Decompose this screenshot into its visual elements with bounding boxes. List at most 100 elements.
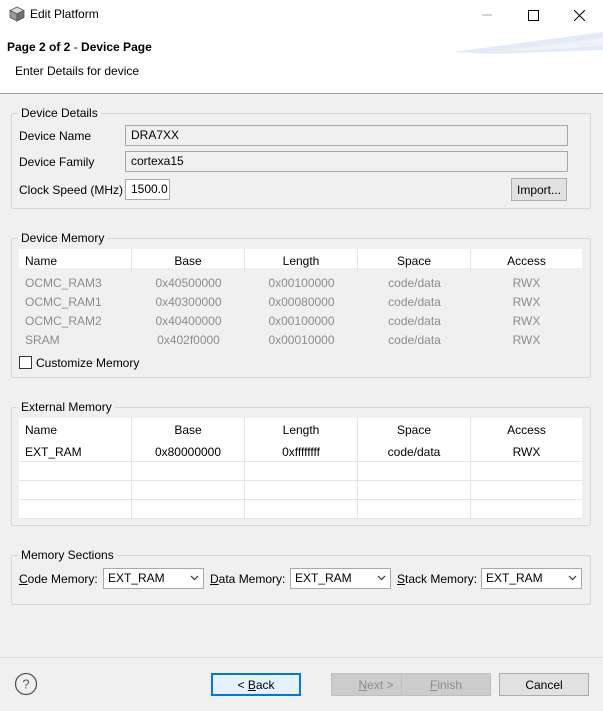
empty-table-row[interactable] [19, 481, 582, 500]
column-header-access: Access [507, 254, 546, 268]
wizard-header: Page 2 of 2 - Device Page Enter Details … [0, 30, 603, 94]
customize-memory-label[interactable]: Customize Memory [36, 356, 139, 370]
table-row[interactable]: OCMC_RAM2 0x40400000 0x00100000 code/dat… [19, 312, 582, 331]
maximize-icon [527, 9, 539, 21]
table-row[interactable]: EXT_RAM 0x80000000 0xffffffff code/data … [19, 443, 582, 462]
cell-base: 0x40400000 [155, 314, 222, 328]
import-button[interactable]: Import... [511, 178, 567, 201]
stack-memory-select[interactable]: EXT_RAM [481, 568, 582, 589]
data-memory-value: EXT_RAM [295, 571, 352, 585]
page-subtitle: Enter Details for device [15, 64, 140, 78]
device-memory-label: Device Memory [18, 231, 108, 245]
cell-access: RWX [512, 276, 541, 290]
column-header-base: Base [132, 418, 245, 443]
empty-cell [358, 462, 471, 481]
column-header-name: Name [19, 249, 132, 274]
column-header-length: Length [245, 249, 358, 274]
stack-memory-value: EXT_RAM [486, 571, 543, 585]
cell-space: code/data [388, 276, 441, 290]
maximize-button[interactable] [510, 0, 556, 30]
cell-access: RWX [512, 295, 541, 309]
empty-cell [245, 462, 358, 481]
customize-memory-checkbox[interactable] [19, 356, 32, 369]
empty-cell [358, 500, 471, 519]
chevron-down-icon [568, 575, 577, 581]
table-row[interactable]: OCMC_RAM3 0x40500000 0x00100000 code/dat… [19, 274, 582, 293]
svg-text:?: ? [22, 677, 29, 692]
window-title: Edit Platform [30, 7, 99, 21]
data-memory-label: Data Memory: [210, 572, 286, 586]
cell-length: 0x00080000 [268, 295, 335, 309]
code-memory-select[interactable]: EXT_RAM [103, 568, 204, 589]
empty-cell [132, 500, 245, 519]
empty-cell [358, 481, 471, 500]
cell-base: 0x40300000 [155, 295, 222, 309]
column-header-space: Space [358, 249, 471, 274]
device-name-field: DRA7XX [125, 125, 568, 146]
chevron-down-icon [190, 575, 199, 581]
empty-table-row[interactable] [19, 500, 582, 519]
empty-cell [471, 481, 582, 500]
cell-access: RWX [512, 314, 541, 328]
cell-space: code/data [388, 295, 441, 309]
cell-name: OCMC_RAM2 [25, 314, 102, 328]
cell-name: EXT_RAM [19, 443, 132, 462]
help-icon[interactable]: ? [14, 672, 38, 696]
chevron-down-icon [377, 575, 386, 581]
finish-button[interactable]: Finish [401, 673, 491, 696]
cell-space: code/data [388, 314, 441, 328]
minimize-icon [482, 14, 492, 16]
empty-cell [19, 462, 132, 481]
device-memory-header-row: Name Base Length Space Access [19, 249, 582, 274]
code-memory-label: Code Memory: [19, 572, 98, 586]
cell-access: RWX [512, 333, 541, 347]
clock-speed-input[interactable]: 1500.0 [125, 179, 170, 200]
empty-table-row[interactable] [19, 462, 582, 481]
code-memory-value: EXT_RAM [108, 571, 165, 585]
empty-cell [471, 500, 582, 519]
cell-base: 0x402f0000 [157, 333, 220, 347]
external-memory-header-row: Name Base Length Space Access [19, 418, 582, 443]
cancel-button[interactable]: Cancel [499, 673, 589, 696]
column-header-access: Access [507, 423, 546, 437]
close-icon [573, 9, 585, 21]
cell-space: code/data [358, 443, 471, 462]
minimize-button[interactable] [464, 0, 510, 30]
memory-sections-label: Memory Sections [18, 548, 117, 562]
empty-cell [471, 462, 582, 481]
device-memory-table[interactable]: Name Base Length Space Access OCMC_RAM3 … [19, 249, 582, 349]
column-header-base: Base [132, 249, 245, 274]
cell-name: SRAM [25, 333, 60, 347]
device-family-label: Device Family [19, 155, 95, 169]
column-header-length: Length [245, 418, 358, 443]
cell-base: 0x40500000 [155, 276, 222, 290]
cell-length: 0x00100000 [268, 314, 335, 328]
empty-cell [132, 481, 245, 500]
device-name-label: Device Name [19, 129, 92, 143]
column-header-name: Name [19, 418, 132, 443]
cell-base: 0x80000000 [132, 443, 245, 462]
device-details-label: Device Details [18, 106, 101, 120]
platform-cube-icon [9, 6, 25, 22]
title-bar: Edit Platform [0, 0, 603, 30]
empty-cell [19, 481, 132, 500]
clock-speed-label: Clock Speed (MHz) [19, 183, 124, 197]
cell-space: code/data [388, 333, 441, 347]
cell-length: 0x00010000 [268, 333, 335, 347]
table-row[interactable]: SRAM 0x402f0000 0x00010000 code/data RWX [19, 331, 582, 350]
header-banner-decoration [453, 32, 603, 54]
table-row[interactable]: OCMC_RAM1 0x40300000 0x00080000 code/dat… [19, 293, 582, 312]
empty-cell [245, 500, 358, 519]
empty-cell [132, 462, 245, 481]
footer-separator [0, 657, 603, 658]
close-button[interactable] [556, 0, 602, 30]
page-title: Page 2 of 2 - Device Page [7, 40, 152, 54]
cell-length: 0xffffffff [245, 443, 358, 462]
data-memory-select[interactable]: EXT_RAM [290, 568, 391, 589]
cell-access: RWX [471, 443, 582, 462]
external-memory-table[interactable]: Name Base Length Space Access EXT_RAM 0x… [19, 418, 582, 519]
back-button[interactable]: < Back [211, 673, 301, 696]
empty-cell [19, 500, 132, 519]
empty-cell [245, 481, 358, 500]
cell-length: 0x00100000 [268, 276, 335, 290]
